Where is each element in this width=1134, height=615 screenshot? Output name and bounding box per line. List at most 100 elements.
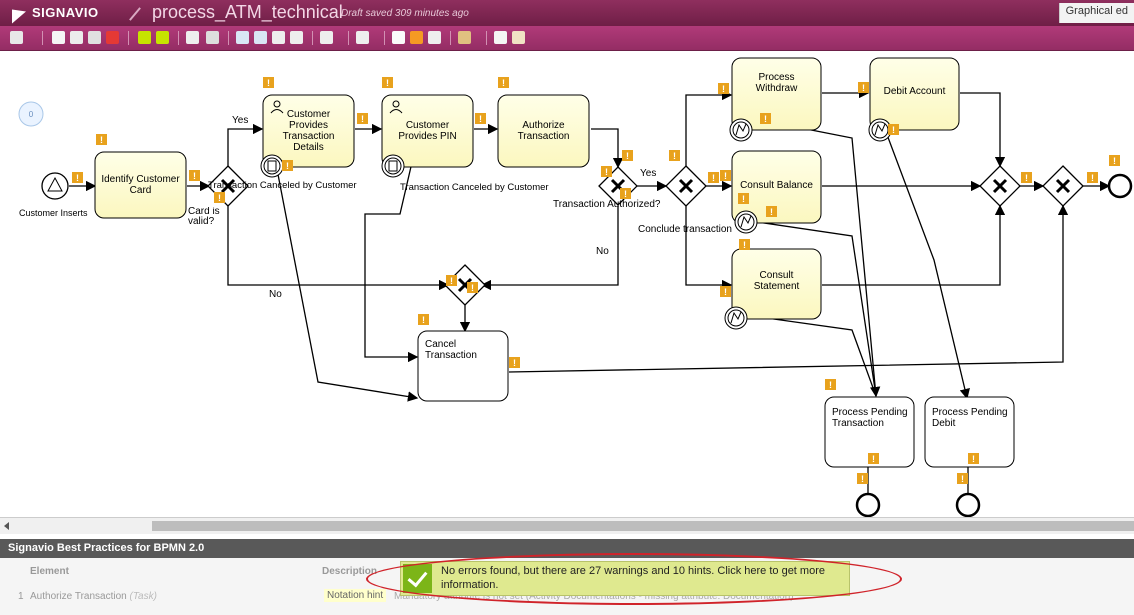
boundary-event-message[interactable] <box>260 154 284 178</box>
comment-icon[interactable] <box>392 31 405 44</box>
svg-text:!: ! <box>450 276 453 286</box>
svg-text:!: ! <box>861 474 864 484</box>
warning-icon[interactable]: ! <box>1087 172 1098 183</box>
warning-icon[interactable]: ! <box>467 282 478 293</box>
boundary-event-message[interactable] <box>381 154 405 178</box>
warning-icon[interactable]: ! <box>868 453 879 464</box>
warning-icon[interactable]: ! <box>263 77 274 88</box>
column-header-element[interactable]: Element <box>30 566 69 577</box>
warning-icon[interactable]: ! <box>382 77 393 88</box>
gateway-label-card-valid: Card is valid? <box>188 207 220 227</box>
bpmn-diagram[interactable]: 0 Customer Inserts Identify Customer Car… <box>0 51 1134 518</box>
warning-icon[interactable]: ! <box>760 113 771 124</box>
flow-label-no: No <box>269 289 282 300</box>
start-event[interactable] <box>41 172 69 200</box>
warning-icon[interactable]: ! <box>720 286 731 297</box>
chart-icon[interactable] <box>410 31 423 44</box>
comment-count: 0 <box>29 110 34 119</box>
signavio-logo[interactable]: SIGNAVIO <box>12 4 99 24</box>
warning-icon[interactable]: ! <box>418 314 429 325</box>
svg-text:!: ! <box>829 380 832 390</box>
cut-icon[interactable] <box>52 31 65 44</box>
paste-icon[interactable] <box>88 31 101 44</box>
zoom-fit-icon[interactable] <box>272 31 285 44</box>
svg-text:!: ! <box>267 78 270 88</box>
warning-icon[interactable]: ! <box>766 206 777 217</box>
redo-icon[interactable] <box>156 31 169 44</box>
warning-icon[interactable]: ! <box>957 473 968 484</box>
users-icon[interactable] <box>458 31 471 44</box>
mail-icon[interactable] <box>494 31 507 44</box>
warning-icon[interactable]: ! <box>1109 155 1120 166</box>
horizontal-scrollbar[interactable] <box>0 517 1134 534</box>
gateway-split-transaction[interactable] <box>665 165 707 207</box>
warning-icon[interactable]: ! <box>720 170 731 181</box>
task-authorize-transaction[interactable]: Authorize Transaction <box>497 94 590 168</box>
format-icon[interactable] <box>320 31 333 44</box>
align-icon[interactable] <box>186 31 199 44</box>
book-icon[interactable] <box>512 31 525 44</box>
warning-icon[interactable]: ! <box>622 150 633 161</box>
warning-icon[interactable]: ! <box>739 239 750 250</box>
zoom-in-icon[interactable] <box>236 31 249 44</box>
layout-icon[interactable] <box>206 31 219 44</box>
undo-icon[interactable] <box>138 31 151 44</box>
gateway-join-transaction[interactable] <box>979 165 1021 207</box>
scroll-left-icon[interactable] <box>4 522 9 530</box>
flow-label-no: No <box>596 246 609 257</box>
copy-icon[interactable] <box>70 31 83 44</box>
comment-bubble-icon[interactable]: 0 <box>18 101 44 127</box>
boundary-label-canceled: Transaction Canceled by Customer <box>208 180 357 191</box>
end-event-main[interactable] <box>1107 173 1133 199</box>
warning-icon[interactable]: ! <box>620 188 631 199</box>
warning-icon[interactable]: ! <box>857 473 868 484</box>
print-icon[interactable] <box>10 31 23 44</box>
task-consult-statement[interactable]: Consult Statement <box>731 248 822 320</box>
end-event-pending-debit[interactable] <box>955 492 981 518</box>
warning-icon[interactable]: ! <box>475 113 486 124</box>
end-event-pending-transaction[interactable] <box>855 492 881 518</box>
zoom-page-icon[interactable] <box>290 31 303 44</box>
warning-icon[interactable]: ! <box>509 357 520 368</box>
document-title[interactable]: process_ATM_technical <box>152 2 343 23</box>
warning-icon[interactable]: ! <box>718 83 729 94</box>
warning-icon[interactable]: ! <box>858 82 869 93</box>
warning-icon[interactable]: ! <box>498 77 509 88</box>
boundary-event-error[interactable] <box>734 210 758 234</box>
delete-icon[interactable] <box>106 31 119 44</box>
table-row-element[interactable]: Authorize Transaction (Task) <box>30 591 157 602</box>
warning-icon[interactable]: ! <box>357 113 368 124</box>
svg-text:!: ! <box>742 194 745 204</box>
attachment-icon[interactable] <box>428 31 441 44</box>
scrollbar-thumb[interactable] <box>152 521 1134 531</box>
gateway-final-join[interactable] <box>1042 165 1084 207</box>
graphical-editor-tab[interactable]: Graphical ed <box>1058 3 1134 23</box>
zoom-out-icon[interactable] <box>254 31 267 44</box>
text-icon[interactable] <box>356 31 369 44</box>
task-process-withdraw[interactable]: Process Withdraw <box>731 57 822 131</box>
warning-icon[interactable]: ! <box>825 379 836 390</box>
warning-icon[interactable]: ! <box>96 134 107 145</box>
warning-icon[interactable]: ! <box>708 172 719 183</box>
warning-icon[interactable]: ! <box>1021 172 1032 183</box>
boundary-event-error[interactable] <box>724 306 748 330</box>
diagram-canvas[interactable]: 0 Customer Inserts Identify Customer Car… <box>0 51 1134 518</box>
task-cancel-transaction[interactable]: Cancel Transaction <box>417 330 509 402</box>
svg-text:!: ! <box>712 173 715 183</box>
warning-icon[interactable]: ! <box>601 166 612 177</box>
warning-icon[interactable]: ! <box>968 453 979 464</box>
svg-text:!: ! <box>502 78 505 88</box>
warning-icon[interactable]: ! <box>446 275 457 286</box>
boundary-event-error[interactable] <box>868 118 892 142</box>
svg-text:!: ! <box>100 135 103 145</box>
boundary-event-error[interactable] <box>729 118 753 142</box>
warning-icon[interactable]: ! <box>669 150 680 161</box>
warning-icon[interactable]: ! <box>888 124 899 135</box>
warning-icon[interactable]: ! <box>214 192 225 203</box>
svg-text:!: ! <box>76 173 79 183</box>
warning-icon[interactable]: ! <box>72 172 83 183</box>
warning-icon[interactable]: ! <box>282 160 293 171</box>
warning-icon[interactable]: ! <box>738 193 749 204</box>
task-identify-customer-card[interactable]: Identify Customer Card <box>94 151 187 219</box>
warning-icon[interactable]: ! <box>189 170 200 181</box>
